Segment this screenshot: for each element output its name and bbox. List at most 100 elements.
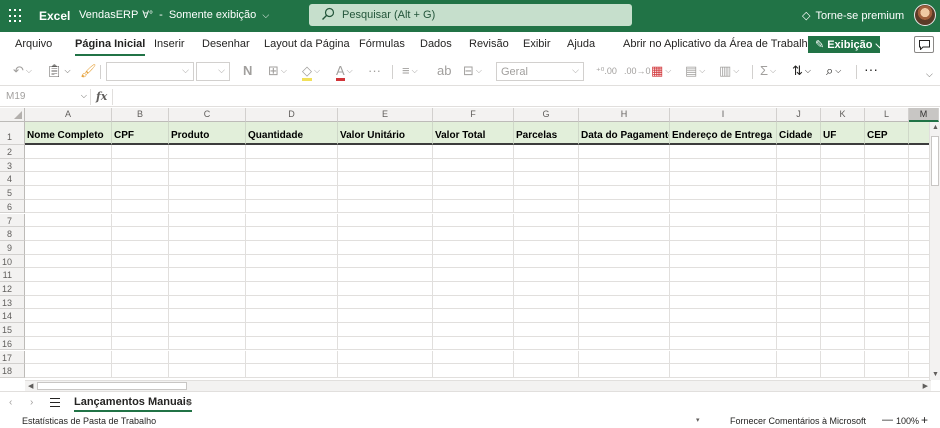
grid-cell[interactable] [338,323,433,337]
grid-cell[interactable] [821,186,865,200]
format-as-table-button[interactable]: ▤ ⌵ [685,64,705,78]
grid-cell[interactable] [169,282,246,296]
grid-cell[interactable] [433,199,514,214]
grid-cell[interactable] [777,336,821,351]
grid-cell[interactable] [169,268,246,282]
column-header[interactable]: A [25,108,112,122]
grid-cell[interactable] [338,158,433,173]
increase-decimal-icon[interactable]: ⁺⁰.00 [596,64,617,78]
sort-filter-button[interactable]: ⇅ ⌵ [792,64,811,78]
grid-cell[interactable] [433,323,514,337]
grid-cell[interactable] [246,268,338,282]
bold-button[interactable]: N [243,64,252,78]
grid-cell[interactable] [112,323,169,337]
grid-cell[interactable] [25,172,112,187]
grid-cell[interactable] [514,172,579,187]
grid-cell[interactable] [246,364,338,378]
scroll-left-icon[interactable]: ◀ [28,382,33,390]
avatar[interactable] [914,4,936,26]
scroll-right-icon[interactable]: ▶ [923,382,928,390]
grid-cell[interactable] [246,227,338,241]
grid-cell[interactable] [433,282,514,296]
column-header[interactable]: B [112,108,169,122]
grid-cell[interactable] [670,158,777,173]
grid-cell[interactable] [777,158,821,173]
grid-cell[interactable] [579,240,670,255]
header-cell[interactable]: UF [821,122,865,145]
grid-cell[interactable] [670,350,777,365]
format-painter-icon[interactable]: 🖌︎ [80,64,97,78]
column-header[interactable]: D [246,108,338,122]
grid-cell[interactable] [338,268,433,282]
grid-cell[interactable] [865,350,909,365]
name-box[interactable]: M19 ⌵ [0,88,90,106]
grid-cell[interactable] [514,309,579,324]
column-header[interactable]: C [169,108,246,122]
tab-ajuda[interactable]: Ajuda [567,38,595,50]
row-header[interactable]: 13 [0,295,25,310]
font-size-select[interactable]: ⌵ [196,62,230,81]
grid-cell[interactable] [670,240,777,255]
column-header[interactable]: H [579,108,670,122]
grid-cell[interactable] [821,336,865,351]
grid-cell[interactable] [579,336,670,351]
column-header[interactable]: L [865,108,909,122]
grid-cell[interactable] [865,186,909,200]
row-header[interactable]: 2 [0,145,25,159]
grid-cell[interactable] [169,323,246,337]
app-launcher-icon[interactable] [9,9,23,23]
grid-cell[interactable] [670,254,777,269]
grid-cell[interactable] [579,213,670,228]
search-box[interactable]: Pesquisar (Alt + G) [309,4,632,26]
grid-cell[interactable] [821,199,865,214]
chevron-down-icon[interactable]: ⌵ [926,69,933,80]
header-cell[interactable]: Data do Pagamento [579,122,670,145]
grid-cell[interactable] [169,254,246,269]
grid-cell[interactable] [246,309,338,324]
grid-cell[interactable] [112,172,169,187]
grid-cell[interactable] [514,145,579,159]
grid-cell[interactable] [169,240,246,255]
tab-dados[interactable]: Dados [420,38,452,50]
grid-cell[interactable] [579,364,670,378]
grid-cell[interactable] [865,227,909,241]
grid-cell[interactable] [25,323,112,337]
sheet-tab-lancamentos-manuais[interactable]: Lançamentos Manuais [68,392,198,414]
grid-cell[interactable] [112,364,169,378]
scrollbar-thumb[interactable] [931,136,939,186]
grid-cell[interactable] [777,309,821,324]
row-header[interactable]: 8 [0,227,25,241]
more-font-options-button[interactable]: ··· [368,64,381,78]
grid-cell[interactable] [433,172,514,187]
grid-cell[interactable] [514,158,579,173]
grid-cell[interactable] [777,172,821,187]
grid-cell[interactable] [865,199,909,214]
grid-cell[interactable] [25,295,112,310]
grid-cell[interactable] [338,227,433,241]
merge-button[interactable]: ⊟ ⌵ [463,64,482,78]
grid-cell[interactable] [865,364,909,378]
grid-cell[interactable] [169,199,246,214]
column-header[interactable]: J [777,108,821,122]
row-header[interactable]: 17 [0,350,25,365]
font-name-select[interactable]: ⌵ [106,62,194,81]
grid-cell[interactable] [433,268,514,282]
grid-cell[interactable] [169,213,246,228]
grid-cell[interactable] [433,336,514,351]
zoom-level[interactable]: 100% [896,416,919,426]
grid-cell[interactable] [338,309,433,324]
grid-cell[interactable] [579,186,670,200]
grid-cell[interactable] [670,199,777,214]
vertical-scrollbar[interactable]: ▲ ▼ [929,122,940,380]
grid-cell[interactable] [514,295,579,310]
grid-cell[interactable] [514,186,579,200]
zoom-in-button[interactable]: + [921,413,928,427]
grid-cell[interactable] [246,158,338,173]
grid-cell[interactable] [112,254,169,269]
next-sheet-icon[interactable]: › [30,397,33,408]
grid-cell[interactable] [338,254,433,269]
grid-cell[interactable] [433,227,514,241]
document-title[interactable]: VendasERP ꓯ° - Somente exibição ⌵ [79,9,269,21]
view-mode-button[interactable]: ✎ Exibição ⌵ [808,36,884,53]
grid-cell[interactable] [433,309,514,324]
